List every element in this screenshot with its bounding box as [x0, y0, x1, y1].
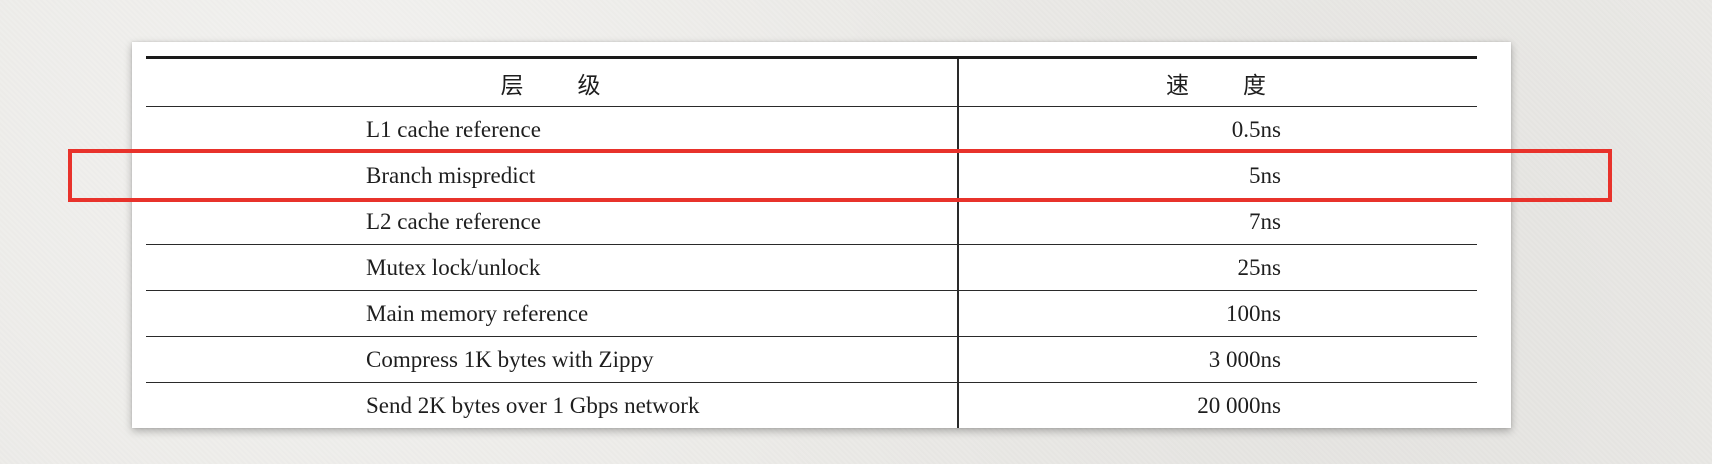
row-speed: 7ns	[1249, 208, 1281, 234]
column-divider	[957, 291, 959, 336]
table-row: L2 cache reference 7ns	[146, 199, 1477, 245]
row-name: Branch mispredict	[366, 162, 536, 188]
header-level: 层级	[146, 66, 957, 100]
column-divider	[957, 199, 959, 244]
header-level-char-2: 级	[577, 72, 603, 99]
row-name: L1 cache reference	[366, 116, 541, 142]
column-divider	[957, 383, 959, 428]
table-row: Compress 1K bytes with Zippy 3 000ns	[146, 337, 1477, 383]
row-name: Mutex lock/unlock	[366, 254, 541, 280]
table-row: L1 cache reference 0.5ns	[146, 107, 1477, 153]
row-speed: 0.5ns	[1231, 116, 1281, 142]
header-speed-char-1: 速	[1166, 72, 1191, 99]
latency-table: 层级 速度 L1 cache reference 0.5ns Branch mi…	[146, 56, 1477, 428]
header-speed-char-2: 度	[1243, 72, 1268, 99]
table-row: Main memory reference 100ns	[146, 291, 1477, 337]
row-speed: 20 000ns	[1197, 392, 1281, 418]
column-divider	[957, 245, 959, 290]
column-divider	[957, 153, 959, 198]
row-name: L2 cache reference	[366, 208, 541, 234]
row-speed: 100ns	[1226, 300, 1281, 326]
row-speed: 3 000ns	[1208, 346, 1281, 372]
column-divider	[957, 107, 959, 152]
table-row: Send 2K bytes over 1 Gbps network 20 000…	[146, 383, 1477, 428]
row-speed: 25ns	[1237, 254, 1281, 280]
table-row: Mutex lock/unlock 25ns	[146, 245, 1477, 291]
row-name: Send 2K bytes over 1 Gbps network	[366, 392, 700, 418]
table-header-row: 层级 速度	[146, 59, 1477, 107]
header-level-char-1: 层	[500, 72, 526, 99]
header-speed: 速度	[957, 66, 1477, 100]
row-name: Compress 1K bytes with Zippy	[366, 346, 654, 372]
row-name: Main memory reference	[366, 300, 589, 326]
row-speed: 5ns	[1249, 162, 1281, 188]
column-divider	[957, 337, 959, 382]
table-row: Branch mispredict 5ns	[146, 153, 1477, 199]
